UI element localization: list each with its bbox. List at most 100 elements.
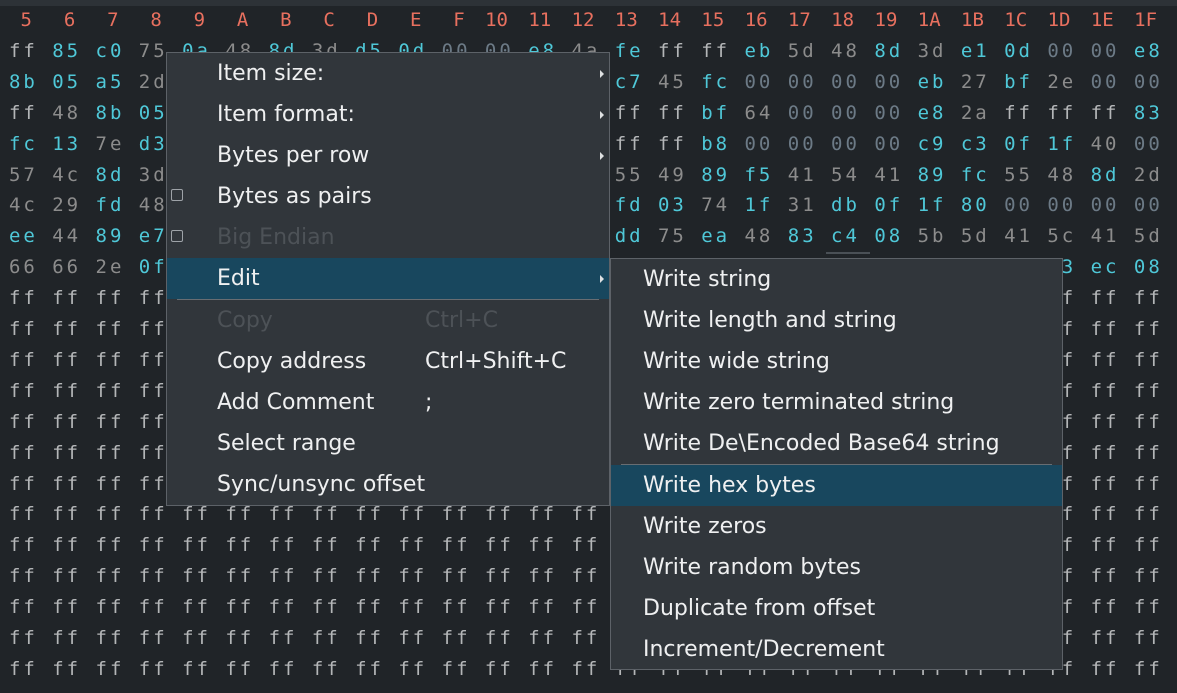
hex-byte[interactable]: ff <box>528 596 557 618</box>
hex-byte[interactable]: 00 <box>831 133 860 155</box>
hex-byte[interactable]: ec <box>1091 256 1120 278</box>
hex-byte[interactable]: ff <box>615 102 644 124</box>
hex-byte[interactable]: ff <box>658 40 687 62</box>
hex-byte[interactable]: 3d <box>918 40 947 62</box>
hex-byte[interactable]: ff <box>52 287 81 309</box>
hex-byte[interactable]: ff <box>52 411 81 433</box>
hex-byte[interactable]: ff <box>442 565 471 587</box>
hex-byte[interactable]: ff <box>139 411 168 433</box>
hex-byte[interactable]: ff <box>1134 596 1163 618</box>
hex-byte[interactable]: 83 <box>788 225 817 247</box>
hex-byte[interactable]: ff <box>398 534 427 556</box>
submenu-item-write-hex-bytes[interactable]: Write hex bytes <box>611 465 1062 506</box>
hex-byte[interactable]: 66 <box>52 256 81 278</box>
submenu-item-write-zeros[interactable]: Write zeros <box>611 506 1062 547</box>
hex-byte[interactable]: 1f <box>1047 133 1076 155</box>
hex-byte[interactable]: 5d <box>788 40 817 62</box>
hex-byte[interactable]: ff <box>1134 565 1163 587</box>
hex-byte[interactable]: 4c <box>9 194 38 216</box>
hex-byte[interactable]: ff <box>1091 658 1120 680</box>
hex-byte[interactable]: ff <box>139 473 168 495</box>
hex-byte[interactable]: ff <box>225 658 254 680</box>
hex-byte[interactable]: ff <box>9 411 38 433</box>
hex-byte[interactable]: b8 <box>701 133 730 155</box>
hex-byte[interactable]: 48 <box>52 102 81 124</box>
hex-byte[interactable]: c4 <box>831 225 860 247</box>
hex-byte[interactable]: ff <box>485 627 514 649</box>
hex-byte[interactable]: 00 <box>874 102 903 124</box>
hex-byte[interactable]: 7e <box>96 133 125 155</box>
hex-byte[interactable]: f5 <box>745 164 774 186</box>
hex-byte[interactable]: ff <box>312 627 341 649</box>
hex-byte[interactable]: ff <box>528 658 557 680</box>
hex-byte[interactable]: ff <box>225 565 254 587</box>
hex-byte[interactable]: ff <box>9 534 38 556</box>
hex-byte[interactable]: ff <box>96 627 125 649</box>
hex-byte[interactable]: ff <box>96 658 125 680</box>
hex-byte[interactable]: ff <box>52 534 81 556</box>
hex-byte[interactable]: ff <box>1047 102 1076 124</box>
hex-byte[interactable]: ff <box>1091 596 1120 618</box>
submenu-item-write-random-bytes[interactable]: Write random bytes <box>611 547 1062 588</box>
hex-byte[interactable]: ff <box>269 503 298 525</box>
hex-byte[interactable]: 05 <box>52 71 81 93</box>
hex-byte[interactable]: ff <box>139 658 168 680</box>
hex-byte[interactable]: 55 <box>1004 164 1033 186</box>
hex-byte[interactable]: ff <box>52 627 81 649</box>
hex-byte[interactable]: ff <box>225 503 254 525</box>
hex-byte[interactable]: 05 <box>139 102 168 124</box>
hex-byte[interactable]: 03 <box>658 194 687 216</box>
hex-byte[interactable]: ff <box>528 565 557 587</box>
hex-byte[interactable]: ee <box>9 225 38 247</box>
hex-byte[interactable]: 2d <box>1134 164 1163 186</box>
hex-byte[interactable]: ff <box>1134 627 1163 649</box>
hex-byte[interactable]: 74 <box>701 194 730 216</box>
hex-byte[interactable]: eb <box>918 71 947 93</box>
hex-byte[interactable]: fe <box>615 40 644 62</box>
hex-byte[interactable]: 2e <box>1047 71 1076 93</box>
submenu-item-write-length-and-string[interactable]: Write length and string <box>611 300 1062 341</box>
hex-byte[interactable]: ff <box>1134 287 1163 309</box>
submenu-item-increment-decrement[interactable]: Increment/Decrement <box>611 629 1062 670</box>
hex-byte[interactable]: 8d <box>1091 164 1120 186</box>
hex-byte[interactable]: 55 <box>615 164 644 186</box>
hex-byte[interactable]: 75 <box>139 40 168 62</box>
hex-byte[interactable]: 5b <box>918 225 947 247</box>
hex-byte[interactable]: ff <box>9 287 38 309</box>
hex-byte[interactable]: 0f <box>1004 133 1033 155</box>
hex-byte[interactable]: ff <box>225 627 254 649</box>
menu-copy-address[interactable]: Copy address Ctrl+Shift+C <box>167 341 609 382</box>
hex-byte[interactable]: 66 <box>9 256 38 278</box>
hex-byte[interactable]: 00 <box>788 133 817 155</box>
hex-byte[interactable]: ff <box>269 658 298 680</box>
hex-byte[interactable]: 00 <box>745 133 774 155</box>
hex-byte[interactable]: ff <box>52 442 81 464</box>
hex-byte[interactable]: c3 <box>961 133 990 155</box>
hex-byte[interactable]: ff <box>9 503 38 525</box>
hex-byte[interactable]: ff <box>96 318 125 340</box>
hex-byte[interactable]: ff <box>9 380 38 402</box>
hex-byte[interactable]: ff <box>398 565 427 587</box>
hex-byte[interactable]: ff <box>442 503 471 525</box>
hex-byte[interactable]: ff <box>225 596 254 618</box>
checkbox-icon[interactable] <box>171 189 183 201</box>
hex-byte[interactable]: eb <box>745 40 774 62</box>
hex-byte[interactable]: 00 <box>1091 194 1120 216</box>
hex-byte[interactable]: fd <box>615 194 644 216</box>
hex-byte[interactable]: fc <box>9 133 38 155</box>
hex-byte[interactable]: 8d <box>96 164 125 186</box>
hex-byte[interactable]: ff <box>9 102 38 124</box>
hex-byte[interactable]: ff <box>485 534 514 556</box>
hex-byte[interactable]: ff <box>96 287 125 309</box>
hex-byte[interactable]: ff <box>182 503 211 525</box>
hex-byte[interactable]: ff <box>398 658 427 680</box>
hex-byte[interactable]: e8 <box>1134 40 1163 62</box>
hex-byte[interactable]: 00 <box>1134 133 1163 155</box>
hex-byte[interactable]: ff <box>139 349 168 371</box>
hex-byte[interactable]: 00 <box>874 133 903 155</box>
hex-byte[interactable]: 40 <box>1091 133 1120 155</box>
hex-byte[interactable]: 00 <box>831 71 860 93</box>
hex-byte[interactable]: 00 <box>1134 194 1163 216</box>
hex-byte[interactable]: 29 <box>52 194 81 216</box>
hex-byte[interactable]: 00 <box>1004 194 1033 216</box>
